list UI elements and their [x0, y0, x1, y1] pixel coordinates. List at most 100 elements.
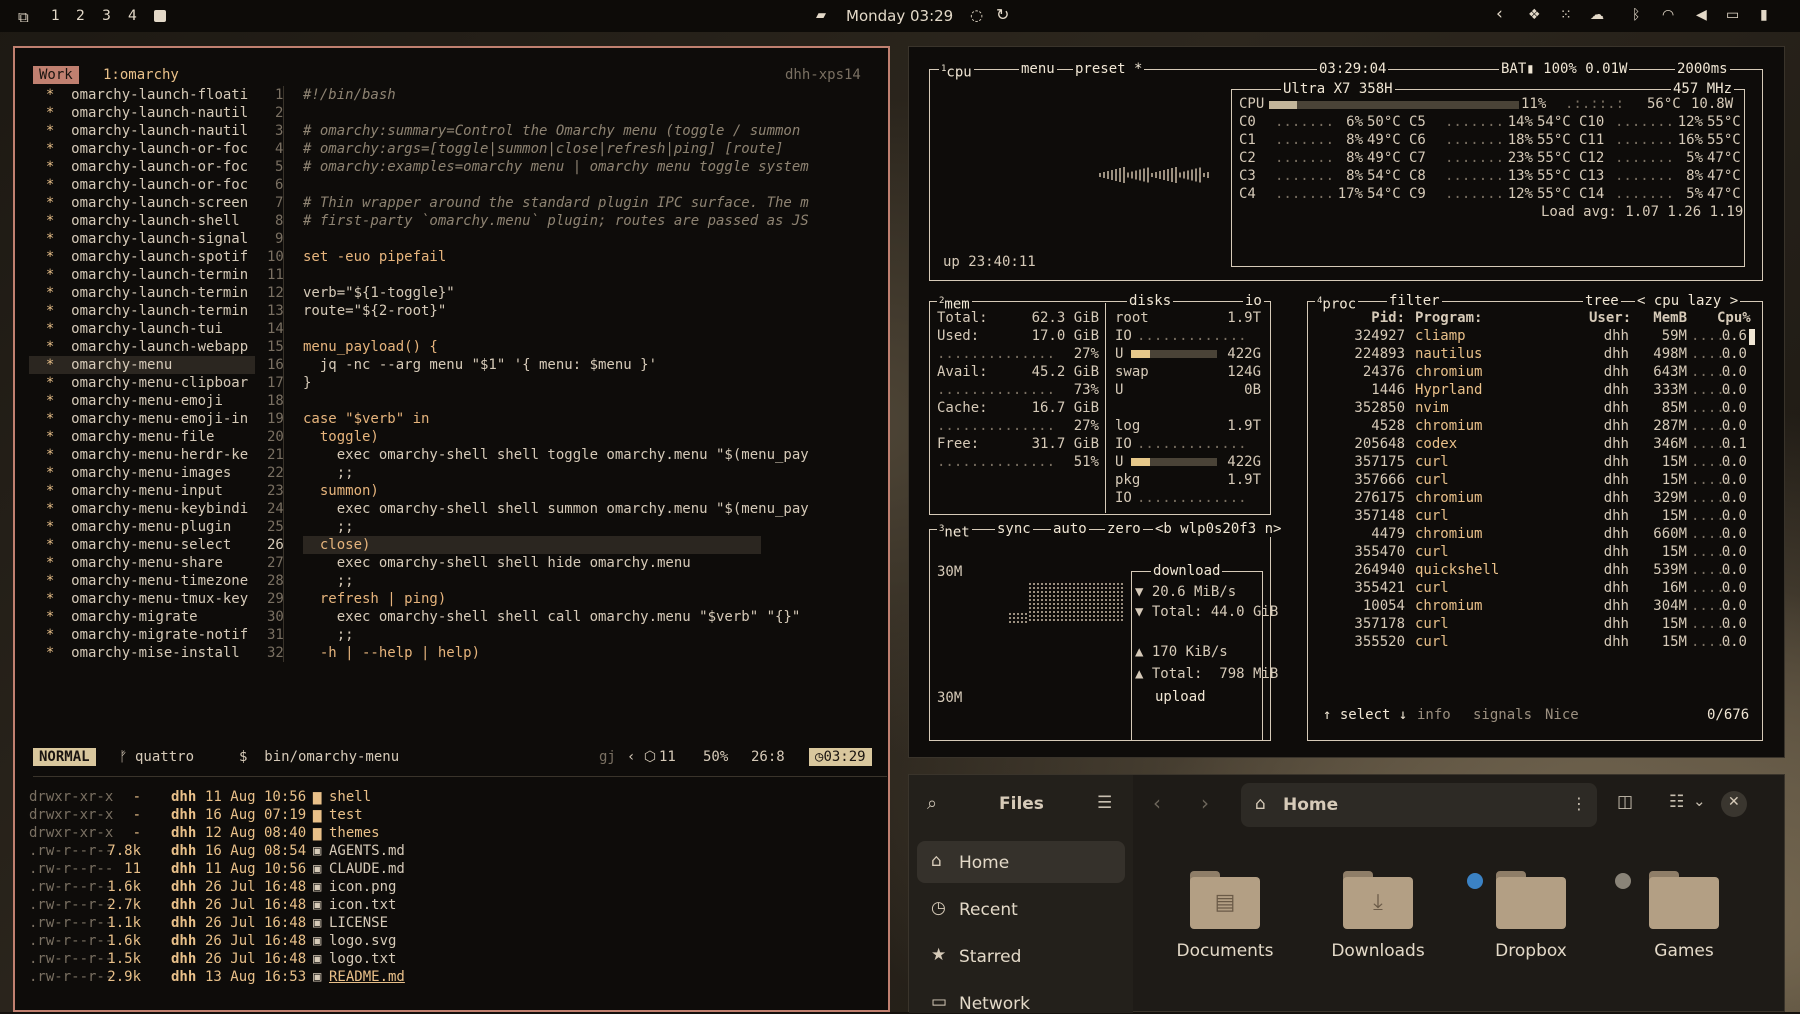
- battery-icon[interactable]: ▮: [1760, 7, 1768, 23]
- code-line[interactable]: summon): [303, 482, 379, 500]
- preset-label[interactable]: preset *: [1073, 61, 1145, 77]
- idle-icon[interactable]: ◌: [970, 6, 983, 24]
- proc-cell[interactable]: dhh: [1589, 633, 1629, 651]
- proc-cell[interactable]: 357148: [1347, 507, 1405, 525]
- workspace-2[interactable]: 2: [76, 8, 85, 24]
- proc-cell[interactable]: 324927: [1347, 327, 1405, 345]
- back-icon[interactable]: ‹: [1153, 791, 1161, 815]
- proc-cell[interactable]: 4479: [1347, 525, 1405, 543]
- proc-cell[interactable]: nautilus: [1415, 345, 1482, 363]
- workspace-1[interactable]: 1: [51, 8, 60, 24]
- code-line[interactable]: # omarchy:examples=omarchy menu | omarch…: [303, 158, 809, 176]
- list-view-icon[interactable]: ☷: [1669, 792, 1684, 812]
- file-tree-item[interactable]: * omarchy-menu-input: [29, 482, 255, 500]
- sidebar-item-recent[interactable]: Recent: [959, 900, 1018, 920]
- code-line[interactable]: ;;: [303, 518, 354, 536]
- proc-cell[interactable]: chromium: [1415, 363, 1482, 381]
- file-tree-item[interactable]: * omarchy-launch-screen: [29, 194, 255, 212]
- code-line[interactable]: # first-party `omarchy.menu` plugin; rou…: [303, 212, 809, 230]
- proc-cell[interactable]: dhh: [1589, 381, 1629, 399]
- forward-icon[interactable]: ›: [1201, 791, 1209, 815]
- listing-name[interactable]: LICENSE: [329, 914, 388, 932]
- tree-label[interactable]: tree: [1583, 293, 1621, 309]
- code-line[interactable]: }: [303, 374, 311, 392]
- dropbox-icon[interactable]: ❖: [1528, 7, 1541, 23]
- file-tree-item[interactable]: * omarchy-menu-plugin: [29, 518, 255, 536]
- file-tree-item[interactable]: * omarchy-mise-install: [29, 644, 255, 662]
- proc-cell[interactable]: 24376: [1347, 363, 1405, 381]
- info-label[interactable]: info: [1415, 707, 1453, 723]
- file-tree-item[interactable]: * omarchy-launch-nautil: [29, 122, 255, 140]
- file-tree-item[interactable]: * omarchy-migrate: [29, 608, 255, 626]
- code-line[interactable]: verb="${1-toggle}": [303, 284, 455, 302]
- proc-cell[interactable]: dhh: [1589, 453, 1629, 471]
- file-tree-item[interactable]: * omarchy-launch-or-foc: [29, 176, 255, 194]
- file-tree-item[interactable]: * omarchy-migrate-notif: [29, 626, 255, 644]
- proc-cell[interactable]: 264940: [1347, 561, 1405, 579]
- proc-cell[interactable]: 660M: [1645, 525, 1687, 543]
- code-line[interactable]: # Thin wrapper around the standard plugi…: [303, 194, 809, 212]
- display-icon[interactable]: ▭: [1726, 7, 1739, 23]
- listing-name[interactable]: logo.txt: [329, 950, 396, 968]
- code-line[interactable]: case "$verb" in: [303, 410, 429, 428]
- code-line[interactable]: exec omarchy-shell shell summon omarchy.…: [303, 500, 809, 518]
- proc-cell[interactable]: curl: [1415, 543, 1449, 561]
- file-tree-item[interactable]: * omarchy-launch-nautil: [29, 104, 255, 122]
- folder-dropbox[interactable]: Dropbox: [1471, 871, 1591, 981]
- sort-label[interactable]: < cpu lazy >: [1635, 293, 1741, 309]
- proc-cell[interactable]: Hyprland: [1415, 381, 1482, 399]
- proc-cell[interactable]: codex: [1415, 435, 1457, 453]
- proc-cell[interactable]: 357175: [1347, 453, 1405, 471]
- file-tree-item[interactable]: * omarchy-menu-clipboar: [29, 374, 255, 392]
- file-tree-item[interactable]: * omarchy-launch-signal: [29, 230, 255, 248]
- code-line[interactable]: ;;: [303, 626, 354, 644]
- proc-cell[interactable]: 355520: [1347, 633, 1405, 651]
- file-tree-item[interactable]: * omarchy-launch-or-foc: [29, 140, 255, 158]
- proc-cell[interactable]: chromium: [1415, 525, 1482, 543]
- filter-label[interactable]: filter: [1387, 293, 1442, 309]
- proc-cell[interactable]: 355470: [1347, 543, 1405, 561]
- listing-name[interactable]: icon.png: [329, 878, 396, 896]
- clock[interactable]: Monday 03:29: [846, 7, 953, 25]
- proc-cell[interactable]: 352850: [1347, 399, 1405, 417]
- proc-cell[interactable]: dhh: [1589, 489, 1629, 507]
- code-line[interactable]: # omarchy:args=[toggle|summon|close|refr…: [303, 140, 783, 158]
- file-tree-item[interactable]: * omarchy-launch-termin: [29, 284, 255, 302]
- proc-cell[interactable]: dhh: [1589, 417, 1629, 435]
- location-bar[interactable]: ⌂ Home ⋮: [1241, 783, 1597, 827]
- file-tree-item[interactable]: * omarchy-menu-herdr-ke: [29, 446, 255, 464]
- proc-cell[interactable]: 59M: [1645, 327, 1687, 345]
- code-line[interactable]: menu_payload() {: [303, 338, 438, 356]
- sidebar-item-starred[interactable]: Starred: [959, 947, 1021, 967]
- net-label[interactable]: 3net: [937, 521, 972, 541]
- notification-icon[interactable]: ▰: [816, 8, 826, 23]
- file-tree-item[interactable]: * omarchy-menu-select: [29, 536, 255, 554]
- refresh-icon[interactable]: ↻: [996, 5, 1009, 24]
- proc-col-header[interactable]: MemB: [1645, 309, 1687, 327]
- proc-cell[interactable]: 15M: [1645, 471, 1687, 489]
- code-line[interactable]: set -euo pipefail: [303, 248, 446, 266]
- code-line[interactable]: jq -nc --arg menu "$1" '{ menu: $menu }': [303, 356, 657, 374]
- proc-cell[interactable]: 329M: [1645, 489, 1687, 507]
- proc-cell[interactable]: 333M: [1645, 381, 1687, 399]
- listing-name[interactable]: test: [329, 806, 363, 824]
- proc-cell[interactable]: cliamp: [1415, 327, 1466, 345]
- proc-cell[interactable]: dhh: [1589, 435, 1629, 453]
- volume-icon[interactable]: ◀: [1696, 7, 1707, 23]
- folder-games[interactable]: Games: [1624, 871, 1744, 981]
- proc-cell[interactable]: 4528: [1347, 417, 1405, 435]
- sync-label[interactable]: sync: [995, 521, 1033, 537]
- location-menu-icon[interactable]: ⋮: [1571, 794, 1587, 813]
- update-interval[interactable]: 2000ms: [1675, 61, 1730, 77]
- hamburger-icon[interactable]: ☰: [1097, 793, 1112, 813]
- cpu-label[interactable]: 1cpu: [939, 61, 974, 81]
- code-line[interactable]: refresh | ping): [303, 590, 446, 608]
- file-tree-item[interactable]: * omarchy-launch-webapp: [29, 338, 255, 356]
- file-tree-item[interactable]: * omarchy-launch-termin: [29, 302, 255, 320]
- proc-cell[interactable]: 15M: [1645, 453, 1687, 471]
- proc-col-header[interactable]: Program:: [1415, 309, 1482, 327]
- file-tree-item[interactable]: * omarchy-launch-spotif: [29, 248, 255, 266]
- proc-cell[interactable]: dhh: [1589, 543, 1629, 561]
- listing-name[interactable]: README.md: [329, 968, 405, 986]
- file-tree-item[interactable]: * omarchy-menu-emoji-in: [29, 410, 255, 428]
